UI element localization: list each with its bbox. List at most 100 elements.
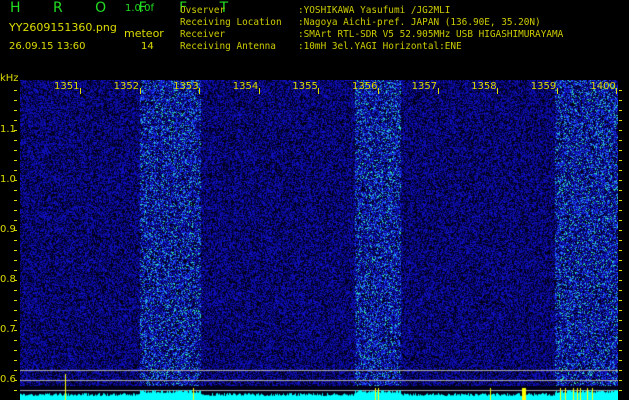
info-label: Receiver [180,29,298,40]
y-minor-tick [14,90,17,91]
y-minor-tick [619,240,622,241]
y-minor-tick [14,310,17,311]
info-value: :Nagoya Aichi-pref. JAPAN (136.90E, 35.2… [298,17,541,28]
filename-label: YY2609151360.png [9,21,117,34]
y-minor-tick [14,240,17,241]
y-minor-tick [14,130,17,131]
y-minor-tick [14,150,17,151]
info-location: Receiving Location:Nagoya Aichi-pref. JA… [180,17,541,28]
info-observer: Ovserver:YOSHIKAWA Yasufumi /JG2MLI [180,5,450,16]
y-minor-tick [619,120,622,121]
y-minor-tick [14,380,17,381]
x-tick-label: 1400 [590,81,615,92]
y-axis-unit: kHz [0,73,19,84]
y-minor-tick [619,270,622,271]
y-minor-tick [619,210,622,211]
y-minor-tick [619,310,622,311]
x-tick-label: 1352 [114,81,139,92]
y-minor-tick [619,110,622,111]
x-tick-label: 1355 [292,81,317,92]
info-label: Ovserver [180,5,298,16]
x-tick-label: 1351 [54,81,79,92]
y-minor-tick [14,350,17,351]
y-minor-tick [619,230,622,231]
y-minor-tick [619,190,622,191]
y-minor-tick [619,90,622,91]
y-minor-tick [619,160,622,161]
y-minor-tick [619,350,622,351]
y-minor-tick [14,320,17,321]
x-tick [259,88,260,94]
y-minor-tick [14,100,17,101]
y-minor-tick [619,380,622,381]
y-minor-tick [619,130,622,131]
y-minor-tick [14,230,17,231]
y-minor-tick [619,220,622,221]
y-minor-tick [14,390,17,391]
x-tick [438,88,439,94]
y-minor-tick [14,190,17,191]
datetime-label: 26.09.15 13:60 [9,41,86,52]
x-tick-label: 1354 [233,81,258,92]
y-minor-tick [619,140,622,141]
y-minor-tick [619,200,622,201]
info-label: Receiving Location [180,17,298,28]
x-tick-label: 1358 [471,81,496,92]
y-minor-tick [14,180,17,181]
waterfall-spectrogram [20,80,618,400]
y-minor-tick [14,270,17,271]
y-minor-tick [14,210,17,211]
y-minor-tick [14,360,17,361]
y-minor-tick [619,340,622,341]
y-minor-tick [619,360,622,361]
y-minor-tick [14,200,17,201]
x-tick-label: 1359 [531,81,556,92]
x-tick [140,88,141,94]
meteor-count: 14 [141,41,154,52]
x-tick [497,88,498,94]
y-minor-tick [14,170,17,171]
y-minor-tick [619,250,622,251]
y-minor-tick [14,370,17,371]
x-tick-label: 1356 [352,81,377,92]
y-minor-tick [619,320,622,321]
info-value: :YOSHIKAWA Yasufumi /JG2MLI [298,5,450,16]
version-label: 1.0.0f [125,3,154,14]
x-tick-label: 1357 [412,81,437,92]
mode-label: meteor [124,27,164,40]
y-minor-tick [619,300,622,301]
x-tick [199,88,200,94]
y-minor-tick [14,290,17,291]
y-minor-tick [619,260,622,261]
y-minor-tick [14,160,17,161]
y-minor-tick [14,250,17,251]
y-minor-tick [619,330,622,331]
y-minor-tick [619,290,622,291]
info-label: Receiving Antenna [180,41,298,52]
x-tick [616,88,617,94]
x-tick [557,88,558,94]
y-minor-tick [14,330,17,331]
y-minor-tick [14,300,17,301]
x-tick [318,88,319,94]
hrofft-window: H R O F F T 1.0.0f YY2609151360.png mete… [0,0,629,400]
x-tick [80,88,81,94]
y-minor-tick [619,180,622,181]
x-tick [378,88,379,94]
y-minor-tick [619,100,622,101]
y-minor-tick [619,170,622,171]
y-minor-tick [14,110,17,111]
info-value: :10mH 3el.YAGI Horizontal:ENE [298,41,462,52]
info-antenna: Receiving Antenna:10mH 3el.YAGI Horizont… [180,41,462,52]
y-minor-tick [619,390,622,391]
y-minor-tick [14,340,17,341]
y-minor-tick [619,150,622,151]
y-minor-tick [14,140,17,141]
y-minor-tick [14,280,17,281]
x-tick-label: 1353 [173,81,198,92]
y-minor-tick [14,260,17,261]
y-minor-tick [14,220,17,221]
info-value: :SMArt RTL-SDR V5 52.905MHz USB HIGASHIM… [298,29,563,40]
y-minor-tick [619,280,622,281]
y-minor-tick [14,120,17,121]
